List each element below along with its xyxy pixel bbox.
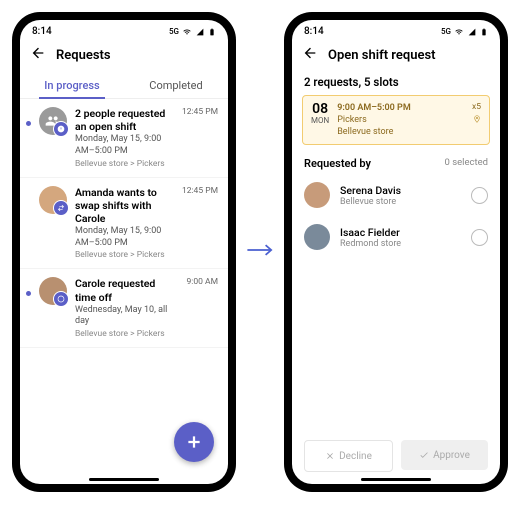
fab-new-request[interactable] [174,422,214,462]
decline-button[interactable]: Decline [304,440,393,472]
summary: 2 requests, 5 slots [292,71,500,95]
avatar [39,277,67,305]
requested-by-label: Requested by [304,157,371,170]
shift-time: 9:00 AM–5:00 PM [337,102,481,114]
status-icons: 5G [441,27,488,37]
row-meta: Bellevue store > Pickers [75,159,170,169]
status-icons: 5G [169,27,216,37]
close-icon [325,451,335,461]
shift-day: 08 [311,102,329,117]
clock: 8:14 [32,26,52,37]
status-bar: 8:14 5G [20,20,228,39]
request-row[interactable]: Carole requested time off Wednesday, May… [20,269,228,348]
row-time: 12:45 PM [182,186,218,261]
shift-count: x5 [472,102,481,114]
clock: 8:14 [304,26,324,37]
arrow-right-icon [246,240,274,264]
tab-in-progress[interactable]: In progress [20,71,124,98]
requester-store: Bellevue store [340,197,461,207]
row-sub: Monday, May 15, 9:00 AM–5:00 PM [75,226,170,249]
avatar [304,224,330,250]
approve-label: Approve [433,450,470,461]
row-meta: Bellevue store > Pickers [75,250,170,260]
shift-card[interactable]: 08 MON 9:00 AM–5:00 PM Pickers Bellevue … [302,95,490,145]
wifi-icon [454,28,464,36]
row-sub: Wednesday, May 10, all day [75,305,175,328]
shift-date: 08 MON [311,102,329,138]
row-title: 2 people requested an open shift [75,107,170,133]
header: Open shift request [292,39,500,71]
shift-dow: MON [311,117,329,126]
tabs: In progress Completed [20,71,228,99]
page-title: Requests [56,48,111,63]
requester-store: Redmond store [340,239,461,249]
avatar [39,186,67,214]
request-row[interactable]: 2 people requested an open shift Monday,… [20,99,228,178]
row-sub: Monday, May 15, 9:00 AM–5:00 PM [75,134,170,157]
row-title: Carole requested time off [75,277,175,303]
unread-dot [26,121,31,126]
select-radio[interactable] [471,229,488,246]
timeoff-badge-icon [53,291,69,307]
home-indicator [361,478,431,481]
requester-name: Isaac Fielder [340,226,461,239]
back-button[interactable] [30,45,46,65]
network-label: 5G [441,27,451,36]
page-title: Open shift request [328,48,436,63]
decline-label: Decline [339,451,372,462]
open-shift-badge-icon [53,121,69,137]
signal-icon [195,28,205,36]
phone-right: 8:14 5G Open shift request 2 requests, 5… [284,12,508,492]
location-pin-icon [473,114,481,124]
network-label: 5G [169,27,179,36]
requested-by-header: Requested by 0 selected [292,145,500,174]
shift-team: Pickers [337,114,481,126]
action-bar: Decline Approve [292,440,500,472]
signal-icon [467,28,477,36]
check-icon [419,450,429,460]
row-meta: Bellevue store > Pickers [75,329,175,339]
wifi-icon [182,28,192,36]
row-title: Amanda wants to swap shifts with Carole [75,186,170,225]
approve-button[interactable]: Approve [401,440,488,470]
shift-store: Bellevue store [337,126,481,138]
requester-name: Serena Davis [340,184,461,197]
home-indicator [89,478,159,481]
battery-icon [480,27,488,37]
selected-count: 0 selected [445,157,488,170]
phone-left: 8:14 5G Requests In progress Completed [12,12,236,492]
swap-badge-icon [53,200,69,216]
requester-row[interactable]: Isaac Fielder Redmond store [292,216,500,258]
requester-row[interactable]: Serena Davis Bellevue store [292,174,500,216]
row-time: 12:45 PM [182,107,218,169]
back-button[interactable] [302,45,318,65]
unread-dot [26,291,31,296]
row-time: 9:00 AM [187,277,218,339]
select-radio[interactable] [471,187,488,204]
battery-icon [208,27,216,37]
unread-dot [26,200,31,205]
header: Requests [20,39,228,71]
group-avatar [39,107,67,135]
status-bar: 8:14 5G [292,20,500,39]
tab-completed[interactable]: Completed [124,71,228,98]
request-row[interactable]: Amanda wants to swap shifts with Carole … [20,178,228,270]
avatar [304,182,330,208]
